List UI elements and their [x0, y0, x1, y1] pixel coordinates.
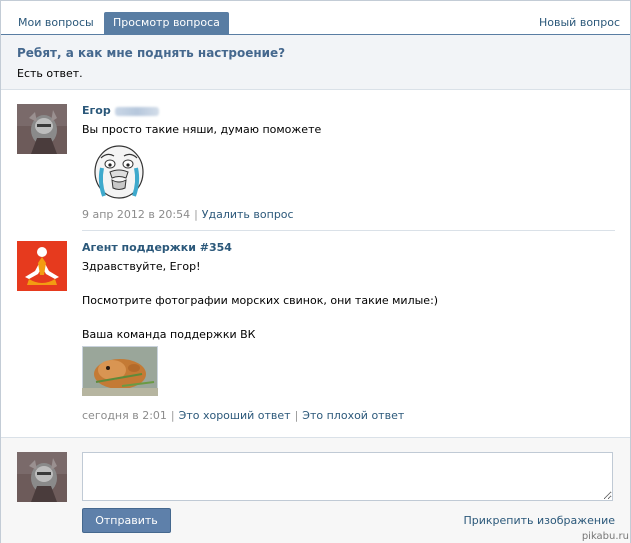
good-answer-link[interactable]: Это хороший ответ	[179, 409, 291, 422]
watermark: pikabu.ru	[581, 531, 629, 542]
guinea-pig-photo[interactable]	[82, 346, 158, 396]
answer-greeting: Здравствуйте, Егор!	[82, 260, 201, 273]
answer-signature: Ваша команда поддержки ВК	[82, 328, 256, 341]
tab-my-questions[interactable]: Мои вопросы	[9, 12, 103, 34]
post-author[interactable]: Агент поддержки #354	[82, 241, 615, 254]
meta-separator: |	[194, 208, 198, 221]
question-title: Ребят, а как мне поднять настроение?	[17, 46, 286, 60]
tab-bar: Мои вопросы Просмотр вопроса Новый вопро…	[1, 1, 630, 35]
bad-answer-link[interactable]: Это плохой ответ	[302, 409, 404, 422]
avatar[interactable]	[17, 452, 67, 502]
new-question-link[interactable]: Новый вопрос	[539, 12, 620, 34]
crying-meme-face-icon[interactable]	[92, 144, 146, 200]
send-button[interactable]: Отправить	[82, 508, 171, 533]
post-text: Вы просто такие няши, думаю поможете	[82, 123, 322, 136]
answer-body: Посмотрите фотографии морских свинок, он…	[82, 294, 439, 307]
meta-separator: |	[294, 409, 299, 422]
reply-textarea[interactable]	[82, 452, 613, 501]
question-header: Ребят, а как мне поднять настроение? Ест…	[1, 35, 630, 90]
post-meta: 9 апр 2012 в 20:54 | Удалить вопрос	[82, 208, 294, 221]
meta-separator: |	[170, 409, 175, 422]
post-body: Егор Вы просто такие няши, думаю поможет…	[82, 104, 615, 221]
post-date: 9 апр 2012 в 20:54	[82, 208, 191, 221]
post-answer: Агент поддержки #354 Здравствуйте, Егор!…	[17, 241, 615, 426]
post-author[interactable]: Егор	[82, 104, 111, 117]
delete-question-link[interactable]: Удалить вопрос	[202, 208, 294, 221]
question-status: Есть ответ.	[17, 67, 83, 80]
reply-area: Отправить Прикрепить изображение	[1, 437, 630, 543]
questions-window: Мои вопросы Просмотр вопроса Новый вопро…	[0, 0, 631, 543]
attach-image-link[interactable]: Прикрепить изображение	[463, 514, 615, 527]
post-question: Егор Вы просто такие няши, думаю поможет…	[17, 104, 615, 224]
tab-view-question[interactable]: Просмотр вопроса	[104, 12, 229, 34]
avatar[interactable]	[17, 104, 67, 154]
post-body: Агент поддержки #354 Здравствуйте, Егор!…	[82, 241, 615, 422]
support-agent-avatar[interactable]	[17, 241, 67, 291]
post-date: сегодня в 2:01	[82, 409, 167, 422]
blurred-surname	[114, 106, 159, 116]
post-meta: сегодня в 2:01 | Это хороший ответ | Это пло…	[82, 409, 404, 422]
post-divider	[82, 230, 615, 231]
